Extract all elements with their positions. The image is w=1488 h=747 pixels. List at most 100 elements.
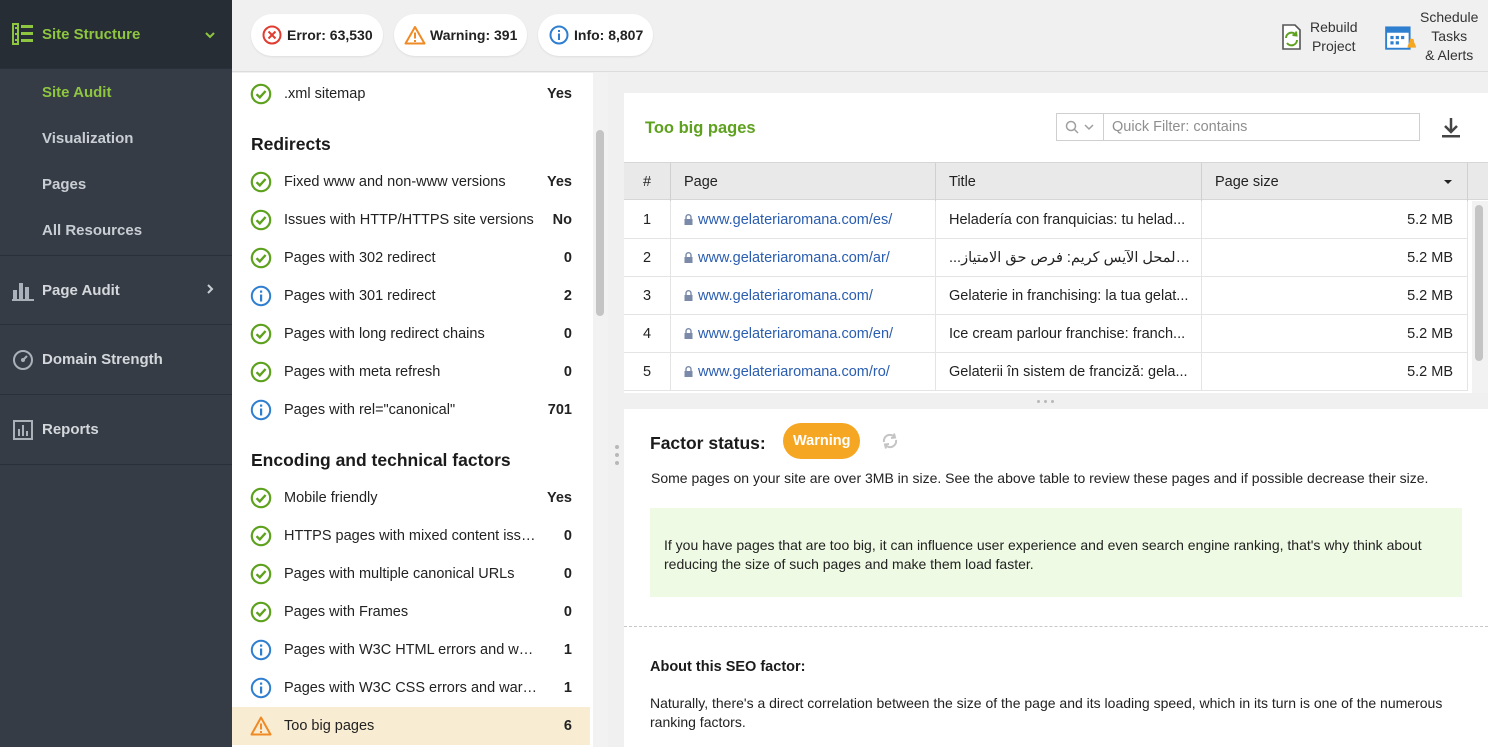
horizontal-splitter[interactable] [624,393,1488,409]
cell-page[interactable]: www.gelateriaromana.com/ [671,277,936,314]
sidebar-item-pages[interactable]: Pages [0,161,232,207]
list-item[interactable]: Pages with Frames 0 [232,593,590,631]
error-count-badge[interactable]: Error: 63,530 [251,14,383,56]
warning-count-badge[interactable]: Warning: 391 [394,14,528,56]
check-circle-icon [250,361,272,383]
list-item[interactable]: Pages with long redirect chains 0 [232,315,590,353]
page-url-link[interactable]: www.gelateriaromana.com/en/ [698,326,893,342]
lock-icon [684,328,693,339]
page-url-link[interactable]: www.gelateriaromana.com/ [698,288,873,304]
vertical-splitter[interactable] [608,73,624,747]
sidebar-group-reports[interactable]: Reports [0,395,232,465]
sidebar-item-site-audit[interactable]: Site Audit [0,69,232,115]
lock-icon [684,366,693,377]
cell-page-size: 5.2 MB [1202,277,1468,314]
info-circle-icon [250,677,272,699]
list-item[interactable]: Fixed www and non-www versions Yes [232,163,590,201]
list-item-value: 0 [563,326,572,342]
list-item-label: Pages with 301 redirect [284,288,436,304]
lock-icon [684,290,693,301]
chevron-down-icon [200,26,220,42]
list-item[interactable]: Pages with W3C HTML errors and warnings 1 [232,631,590,669]
reports-icon [11,418,35,442]
list-item-value: Yes [547,490,572,506]
refresh-icon[interactable] [880,431,900,451]
sidebar-group-page-audit[interactable]: Page Audit [0,255,232,325]
info-count-badge[interactable]: Info: 8,807 [538,14,654,56]
list-item-value: 0 [563,250,572,266]
quick-filter-input[interactable] [1104,119,1419,135]
column-header-page-size[interactable]: Page size [1202,163,1468,201]
section-heading-encoding: Encoding and technical factors [251,450,511,470]
cell-page[interactable]: www.gelateriaromana.com/ro/ [671,353,936,390]
warning-triangle-icon [250,715,272,737]
chevron-right-icon [200,282,220,298]
list-item[interactable]: HTTPS pages with mixed content issues 0 [232,517,590,555]
list-item-label: Fixed www and non-www versions [284,174,506,190]
page-url-link[interactable]: www.gelateriaromana.com/ar/ [698,250,890,266]
list-item[interactable]: Pages with rel="canonical" 701 [232,391,590,429]
table-row[interactable]: 3 www.gelateriaromana.com/Gelaterie in fr… [624,277,1468,315]
column-header-title[interactable]: Title [936,163,1202,201]
table-row[interactable]: 5 www.gelateriaromana.com/ro/Gelaterii în… [624,353,1468,391]
sidebar-item-visualization[interactable]: Visualization [0,115,232,161]
rebuild-project-button[interactable]: Rebuild Project [1276,18,1357,56]
check-circle-icon [250,563,272,585]
cell-number: 4 [624,315,671,352]
list-scrollbar-thumb[interactable] [596,130,604,316]
check-circle-icon [250,247,272,269]
splitter-grip [1037,400,1040,403]
list-item[interactable]: Too big pages 6 [232,707,590,745]
list-item[interactable]: Pages with meta refresh 0 [232,353,590,391]
splitter-grip [1044,400,1047,403]
info-circle-icon [548,24,570,46]
cell-page[interactable]: www.gelateriaromana.com/ar/ [671,239,936,276]
list-item[interactable]: Pages with multiple canonical URLs 0 [232,555,590,593]
sidebar-item-all-resources[interactable]: All Resources [0,207,232,253]
error-count: Error: 63,530 [287,27,373,43]
schedule-label-line1: Schedule [1420,9,1479,25]
download-icon[interactable] [1438,115,1464,141]
table-row[interactable]: 4 www.gelateriaromana.com/en/Ice cream pa… [624,315,1468,353]
about-heading: About this SEO factor: [650,659,806,675]
list-item[interactable]: Issues with HTTP/HTTPS site versions No [232,201,590,239]
cell-title: Gelaterie in franchising: la tua gelat..… [936,277,1202,314]
search-dropdown-icon[interactable] [1057,114,1104,140]
top-bar: Error: 63,530 Warning: 391 Info: 8,807 R… [232,0,1488,72]
cell-number: 5 [624,353,671,390]
status-badge: Warning [783,423,861,459]
table-row[interactable]: 2 www.gelateriaromana.com/ar/ ...جيلاتير |… [624,239,1468,277]
cell-title-text: Ice cream parlour franchise: franch... [949,325,1186,342]
column-header-number[interactable]: # [624,163,671,201]
list-item-label: Mobile friendly [284,490,378,506]
check-circle-icon [250,487,272,509]
tip-text: If you have pages that are too big, it c… [664,537,1422,572]
list-item-label: HTTPS pages with mixed content issues [284,528,540,544]
check-circle-icon [250,525,272,547]
warning-count: Warning: 391 [430,27,518,43]
list-item[interactable]: Pages with W3C CSS errors and warnings 1 [232,669,590,707]
sidebar-group-label: Domain Strength [42,351,163,368]
cell-number: 1 [624,201,671,238]
list-item[interactable]: Mobile friendly Yes [232,479,590,517]
cell-title-text: Heladería con franquicias: tu helad... [949,211,1186,228]
sidebar: Site Structure Site Audit Visualization … [0,0,232,747]
cell-page[interactable]: www.gelateriaromana.com/en/ [671,315,936,352]
schedule-tasks-button[interactable]: Schedule Tasks & Alerts [1384,8,1478,65]
cell-page[interactable]: www.gelateriaromana.com/es/ [671,201,936,238]
list-item[interactable]: Pages with 302 redirect 0 [232,239,590,277]
sidebar-group-domain-strength[interactable]: Domain Strength [0,325,232,395]
splitter-grip [615,461,619,465]
page-url-link[interactable]: www.gelateriaromana.com/ro/ [698,364,890,380]
list-item[interactable]: Pages with 301 redirect 2 [232,277,590,315]
sidebar-group-label: Reports [42,421,99,438]
column-header-page[interactable]: Page [671,163,936,201]
list-item-value: 701 [547,402,572,418]
check-circle-icon [250,83,272,105]
sidebar-group-site-structure[interactable]: Site Structure [0,0,232,69]
list-item[interactable]: .xml sitemap Yes [232,75,590,113]
cell-title-text: ...جيلاتير | امتياز لمحل الآيس كريم: فرص… [949,249,1191,266]
page-url-link[interactable]: www.gelateriaromana.com/es/ [698,212,892,228]
table-row[interactable]: 1 www.gelateriaromana.com/es/Heladería co… [624,201,1468,239]
table-scrollbar-thumb[interactable] [1475,205,1483,361]
